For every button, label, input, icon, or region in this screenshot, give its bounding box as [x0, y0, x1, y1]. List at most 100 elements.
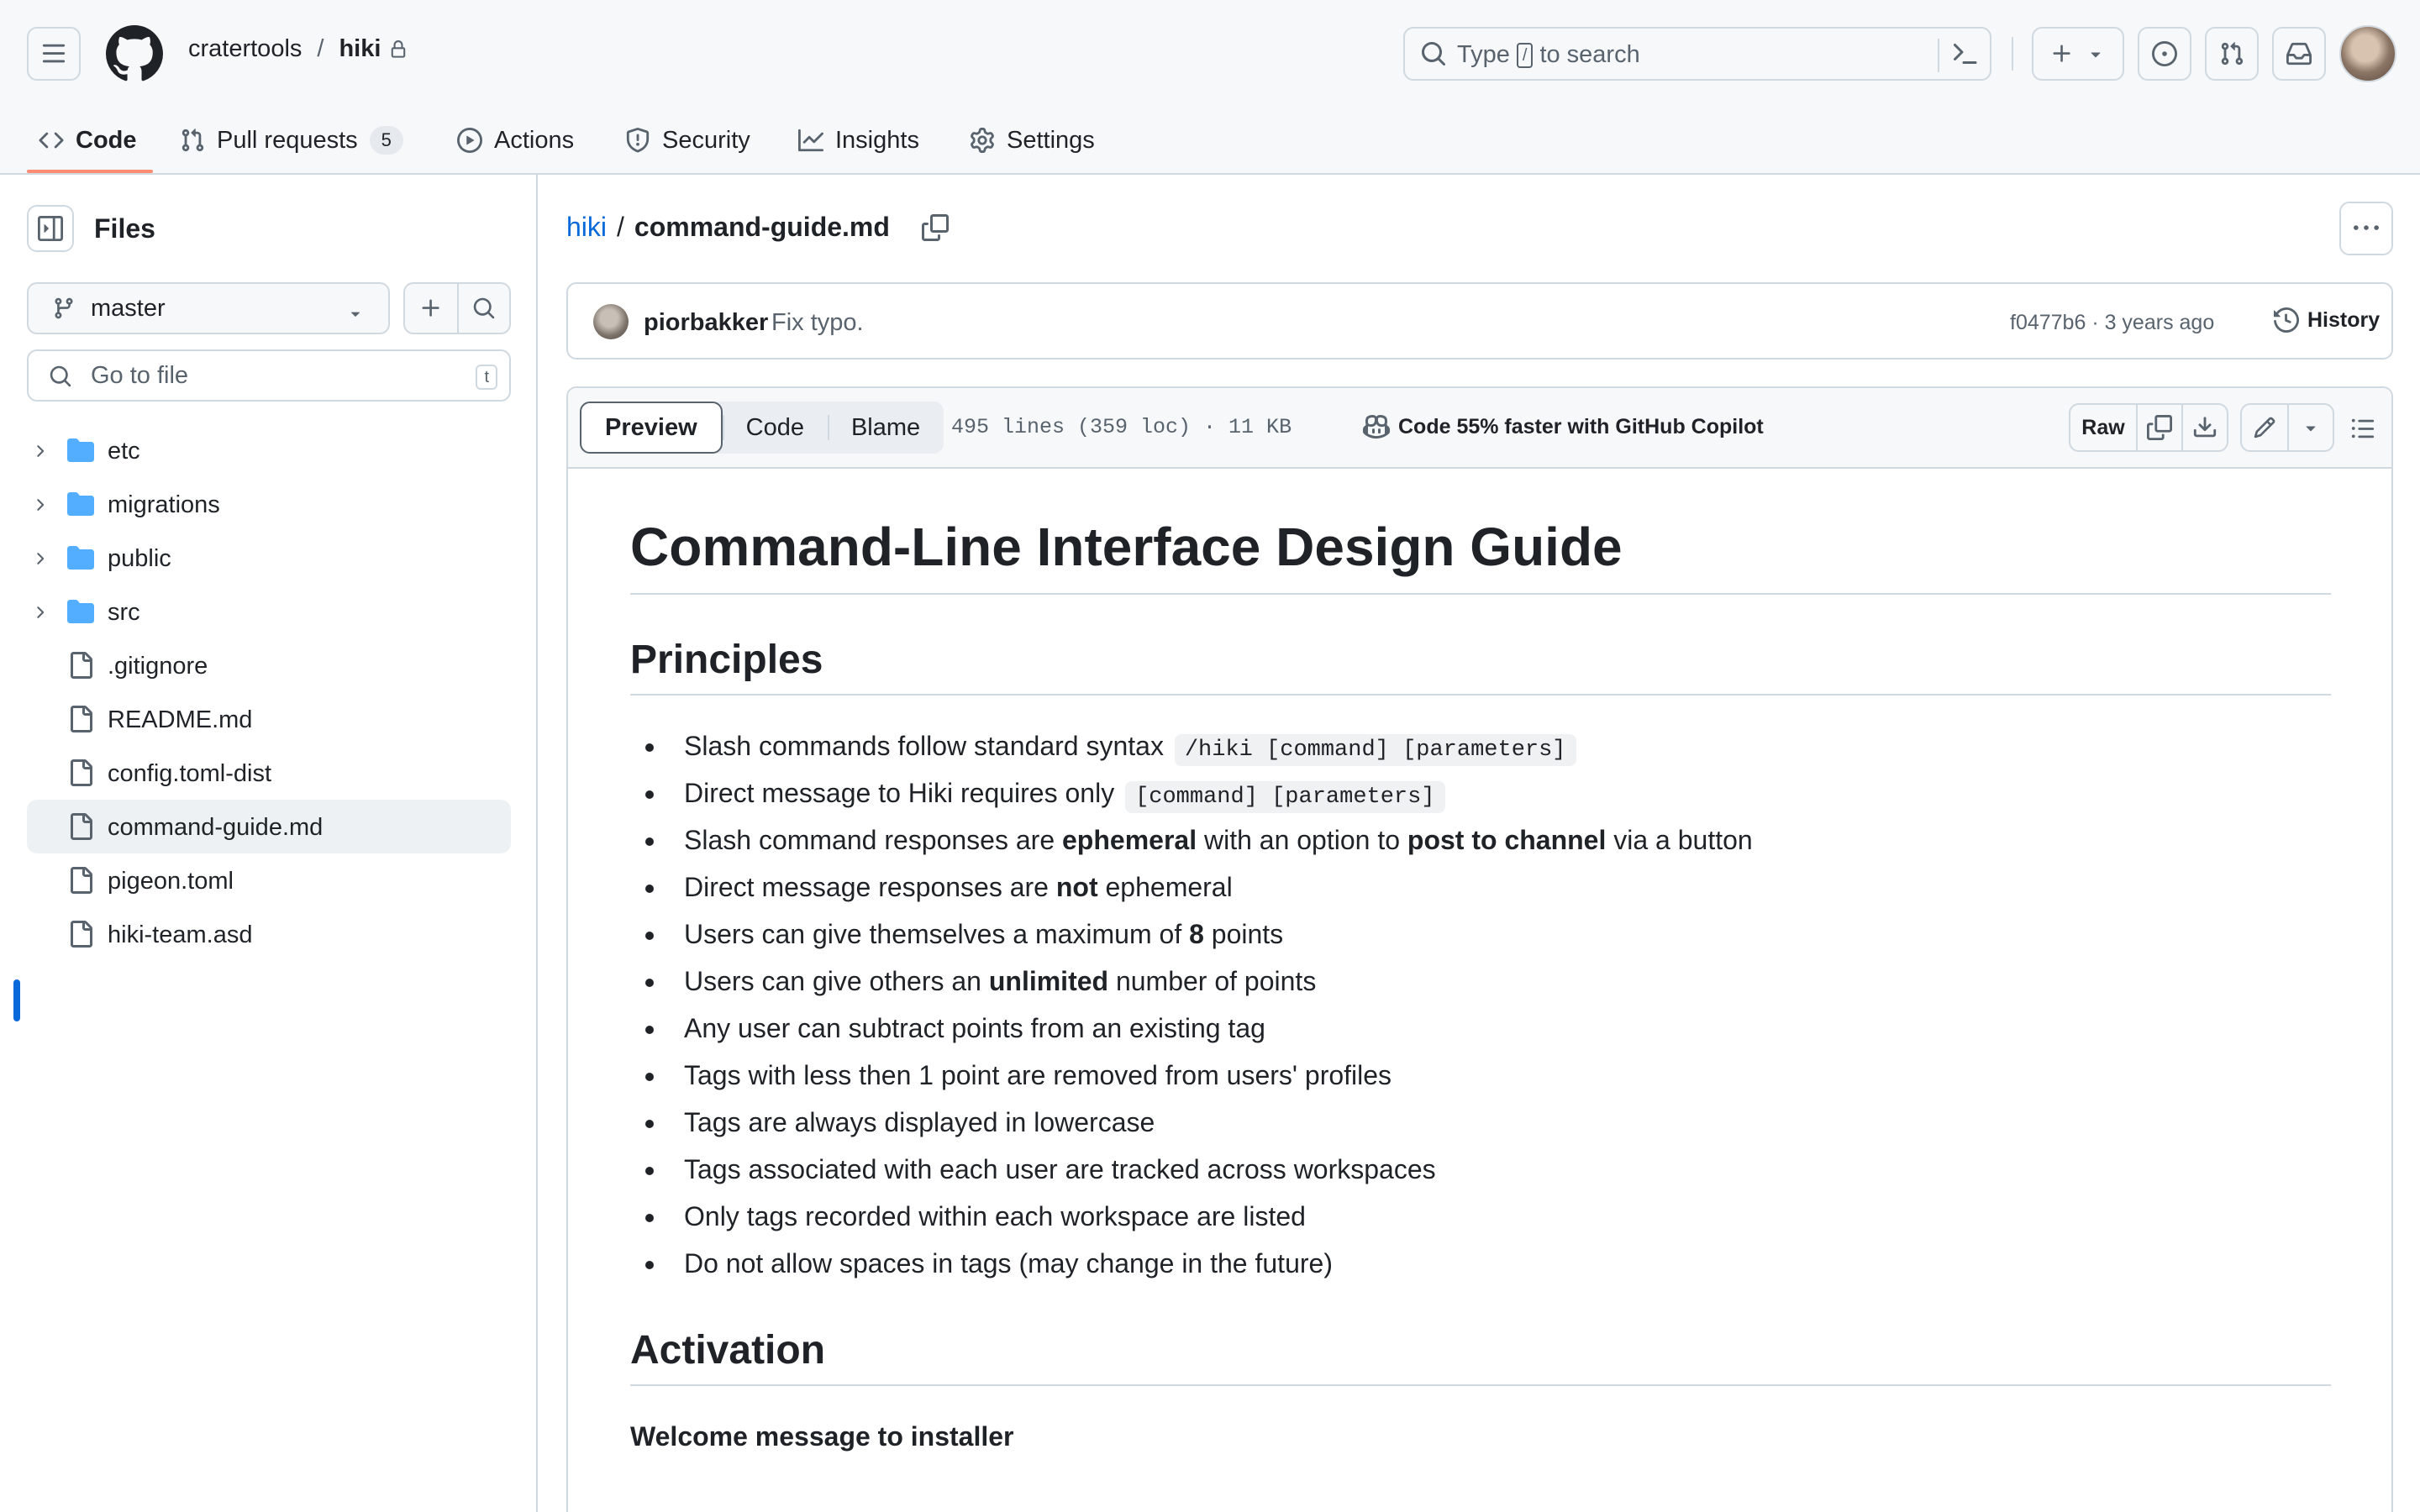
- tree-item-label: src: [108, 599, 140, 626]
- tab-security[interactable]: Security: [625, 119, 750, 161]
- search-placeholder: Type / to search: [1457, 41, 1640, 69]
- history-button[interactable]: History: [2274, 307, 2380, 333]
- app-header: cratertools / hiki Type / to search Code…: [0, 0, 2420, 175]
- tree-item-file[interactable]: config.toml-dist: [27, 746, 511, 800]
- go-to-file-placeholder: Go to file: [91, 361, 189, 389]
- notifications-button[interactable]: [2272, 27, 2326, 81]
- hamburger-icon: [42, 44, 66, 63]
- list-unordered-icon: [2351, 418, 2375, 438]
- command-palette-icon[interactable]: [1951, 40, 1978, 67]
- go-to-file-input[interactable]: Go to file t: [27, 349, 511, 402]
- play-icon: [457, 128, 482, 153]
- top-bar: cratertools / hiki Type / to search: [0, 0, 2420, 106]
- tree-item-file[interactable]: .gitignore: [27, 638, 511, 692]
- heading-principles: Principles: [630, 633, 2331, 696]
- tree-item-file-selected[interactable]: command-guide.md: [27, 800, 511, 853]
- list-item-text: ephemeral: [1097, 872, 1233, 902]
- tab-settings[interactable]: Settings: [970, 119, 1095, 161]
- commit-author-avatar[interactable]: [593, 304, 629, 339]
- list-item-text: number of points: [1108, 966, 1317, 996]
- list-item-text: Direct message responses are: [684, 872, 1056, 902]
- tree-item-folder[interactable]: migrations: [27, 477, 511, 531]
- raw-button[interactable]: Raw: [2070, 405, 2136, 450]
- outline-button[interactable]: [2343, 408, 2383, 449]
- tab-insights-label: Insights: [835, 126, 919, 154]
- list-item: Users can give themselves a maximum of 8…: [645, 911, 2331, 958]
- heading-welcome-message: Welcome message to installer: [630, 1421, 1014, 1452]
- selected-item-indicator: [13, 979, 20, 1021]
- tab-insights[interactable]: Insights: [798, 119, 919, 161]
- tree-item-label: .gitignore: [108, 653, 208, 680]
- history-icon: [2274, 307, 2299, 333]
- file-icon: [71, 759, 92, 786]
- hamburger-menu-button[interactable]: [27, 27, 81, 81]
- chevron-right-icon[interactable]: [30, 603, 49, 622]
- more-options-button[interactable]: [2339, 202, 2393, 255]
- doc-title: Command-Line Interface Design Guide: [630, 516, 2331, 595]
- issues-button[interactable]: [2138, 27, 2191, 81]
- chevron-right-icon[interactable]: [30, 496, 49, 514]
- branch-selector[interactable]: master: [27, 282, 390, 334]
- tree-item-folder[interactable]: public: [27, 531, 511, 585]
- copy-raw-button[interactable]: [2136, 405, 2181, 450]
- issue-opened-icon: [2152, 41, 2177, 66]
- commit-author[interactable]: piorbakker: [644, 309, 768, 337]
- heading-activation: Activation: [630, 1324, 2331, 1386]
- blame-tab[interactable]: Blame: [827, 402, 944, 454]
- tab-actions-label: Actions: [494, 126, 575, 154]
- tree-item-label: hiki-team.asd: [108, 921, 253, 948]
- tab-actions[interactable]: Actions: [457, 119, 574, 161]
- copy-path-icon[interactable]: [921, 213, 949, 241]
- edit-options-dropdown[interactable]: [2287, 405, 2333, 450]
- file-icon: [71, 921, 92, 948]
- branch-name: master: [91, 294, 166, 322]
- copilot-promo-link[interactable]: Code 55% faster with GitHub Copilot: [1363, 413, 1764, 440]
- tab-code-label: Code: [76, 126, 137, 154]
- file-actions-group: Raw: [2069, 403, 2228, 452]
- list-item-text: Users can give others an: [684, 966, 989, 996]
- file-view: hiki / command-guide.md piorbakker Fix t…: [539, 175, 2420, 1512]
- edit-file-button[interactable]: [2242, 405, 2287, 450]
- list-item: Tags are always displayed in lowercase: [645, 1099, 2331, 1146]
- tree-item-file[interactable]: pigeon.toml: [27, 853, 511, 907]
- file-name: command-guide.md: [634, 212, 890, 242]
- commit-sha-and-time[interactable]: f0477b6 · 3 years ago: [2010, 311, 2214, 335]
- search-input[interactable]: Type / to search: [1403, 27, 1991, 81]
- list-item: Slash commands follow standard syntax /h…: [645, 722, 2331, 769]
- view-mode-segmented-control: Preview Code Blame: [580, 402, 944, 454]
- history-label: History: [2307, 307, 2381, 332]
- commit-message[interactable]: Fix typo.: [771, 309, 864, 337]
- list-item: Any user can subtract points from an exi…: [645, 1005, 2331, 1052]
- github-logo-icon[interactable]: [106, 25, 163, 82]
- search-icon: [1422, 42, 1446, 66]
- code-view-tab[interactable]: Code: [722, 402, 828, 454]
- chevron-right-icon[interactable]: [30, 549, 49, 568]
- list-item: Direct message to Hiki requires only [co…: [645, 769, 2331, 816]
- file-breadcrumb-repo-link[interactable]: hiki: [566, 212, 607, 243]
- add-file-button[interactable]: [405, 284, 457, 333]
- file-stats: 495 lines (359 loc) · 11 KB: [951, 415, 1292, 439]
- repo-link[interactable]: hiki: [339, 35, 381, 63]
- download-button[interactable]: [2181, 405, 2227, 450]
- tree-item-file[interactable]: README.md: [27, 692, 511, 746]
- preview-tab[interactable]: Preview: [580, 402, 723, 454]
- tree-item-folder[interactable]: etc: [27, 423, 511, 477]
- tab-pull-requests[interactable]: Pull requests 5: [180, 119, 403, 161]
- search-files-button[interactable]: [456, 284, 509, 333]
- file-icon: [71, 652, 92, 679]
- chevron-right-icon[interactable]: [30, 442, 49, 460]
- tab-code[interactable]: Code: [39, 119, 137, 161]
- plus-icon: [422, 299, 439, 317]
- pull-requests-button[interactable]: [2205, 27, 2259, 81]
- tree-item-file[interactable]: hiki-team.asd: [27, 907, 511, 961]
- tree-item-folder[interactable]: src: [27, 585, 511, 638]
- user-avatar[interactable]: [2339, 25, 2396, 82]
- file-icon: [71, 813, 92, 840]
- folder-icon: [67, 600, 94, 623]
- folder-icon: [67, 438, 94, 462]
- bold-text: 8: [1189, 919, 1204, 949]
- collapse-sidebar-button[interactable]: [27, 205, 74, 252]
- owner-link[interactable]: cratertools: [188, 35, 302, 63]
- create-new-button[interactable]: [2032, 27, 2124, 81]
- markdown-preview: Command-Line Interface Design Guide Prin…: [630, 516, 2331, 1452]
